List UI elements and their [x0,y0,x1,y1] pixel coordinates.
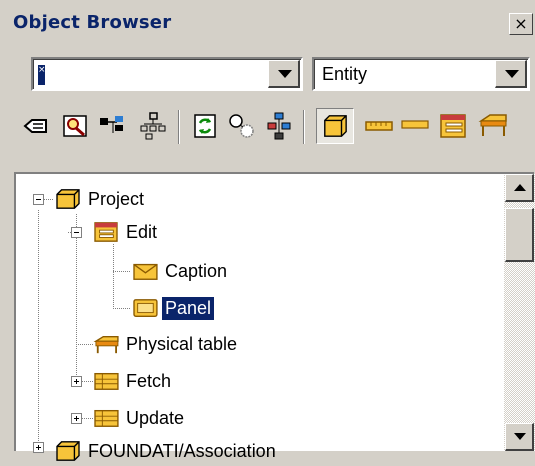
tree-item-project[interactable]: Project [54,184,147,214]
entity-toggle-button[interactable] [316,108,354,144]
toolbar-separator [303,110,305,144]
hierarchy-icon[interactable] [138,111,168,141]
entity-icon [56,441,80,461]
scroll-up-icon[interactable] [505,174,534,202]
collapse-toggle[interactable] [71,227,82,238]
refresh-icon[interactable] [190,111,220,141]
toolbar-separator [178,110,180,144]
flag-icon[interactable] [97,111,127,141]
caption-icon [133,263,158,280]
entity-icon [324,115,347,137]
chevron-down-icon[interactable] [495,60,527,88]
vertical-scrollbar[interactable] [504,174,535,451]
text-cursor-marker: × [38,65,46,85]
form-icon[interactable] [438,111,468,141]
tree-item-physical-table[interactable]: Physical table [92,329,240,359]
panel-icon [133,299,158,317]
tree-item-panel[interactable]: Panel [131,293,216,323]
scroll-down-icon[interactable] [505,423,534,451]
entity-icon [56,189,80,209]
title-bar: Object Browser × [0,0,535,42]
expand-toggle[interactable] [71,413,82,424]
object-tree[interactable]: Project Edit Caption Panel Physical tabl… [14,172,534,461]
close-icon: × [514,14,528,33]
type-filter-value: Entity [322,64,368,84]
tree-item-edit[interactable]: Edit [92,217,160,247]
label-icon[interactable] [400,111,430,141]
expand-toggle[interactable] [71,376,82,387]
ruler-icon[interactable] [364,111,394,141]
tree-item-foundati-association[interactable]: FOUNDATI/Association [54,436,279,466]
table-icon[interactable] [478,111,508,141]
list-icon [94,409,119,427]
scroll-thumb[interactable] [505,208,534,262]
physical-table-icon [93,335,119,354]
network-icon[interactable] [264,111,294,141]
type-filter-combo[interactable]: Entity [312,57,530,91]
expand-toggle[interactable] [33,442,44,453]
form-icon [94,222,118,242]
tree-item-fetch[interactable]: Fetch [92,366,174,396]
toolbar [0,98,535,154]
back-icon[interactable] [20,111,50,141]
collapse-toggle[interactable] [33,194,44,205]
name-filter-combo[interactable]: × [31,57,303,91]
window-title: Object Browser [13,12,172,33]
close-button[interactable]: × [509,13,533,35]
circles-icon[interactable] [226,111,256,141]
list-icon [94,372,119,390]
tree-item-update[interactable]: Update [92,403,187,433]
tree-item-caption[interactable]: Caption [131,256,230,286]
find-icon[interactable] [60,111,90,141]
chevron-down-icon[interactable] [268,60,300,88]
